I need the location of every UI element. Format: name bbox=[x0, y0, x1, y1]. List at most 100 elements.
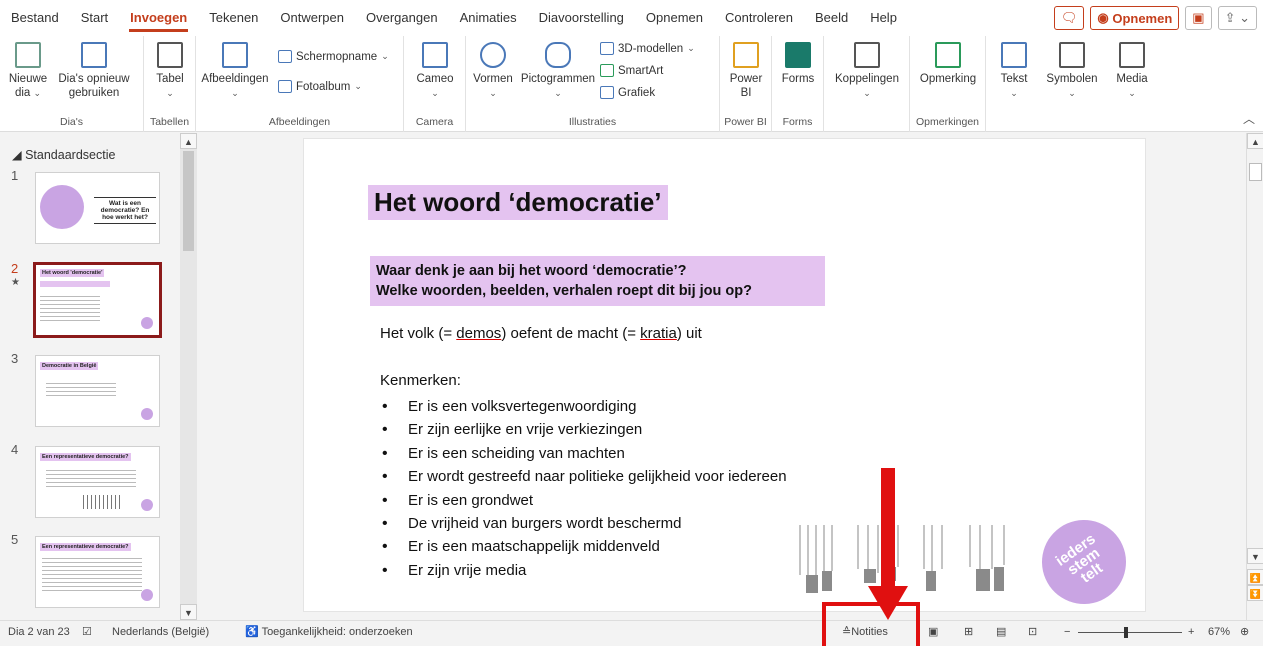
accessibility-button[interactable]: ♿ Toegankelijkheid: onderzoeken bbox=[245, 621, 413, 644]
logo-text: ieders stem telt bbox=[1052, 530, 1106, 587]
group-label-images: Afbeeldingen bbox=[268, 116, 331, 128]
tab-bestand[interactable]: Bestand bbox=[0, 0, 70, 36]
share-icon: ⇪ ⌄ bbox=[1224, 10, 1250, 25]
chart-label: Grafiek bbox=[618, 86, 656, 99]
images-label: Afbeeldingen bbox=[201, 73, 269, 85]
media-button[interactable]: Media ⌄ bbox=[1108, 42, 1156, 100]
slide-title[interactable]: Het woord ‘democratie’ bbox=[368, 185, 668, 220]
group-label-camera: Camera bbox=[415, 116, 454, 128]
next-slide-icon[interactable]: ⏬ bbox=[1247, 585, 1263, 601]
forms-icon bbox=[785, 42, 811, 68]
tab-start[interactable]: Start bbox=[70, 0, 119, 36]
tab-tekenen[interactable]: Tekenen bbox=[198, 0, 269, 36]
slideshow-icon[interactable]: ⊡ bbox=[1028, 621, 1037, 644]
screenshot-button[interactable]: Schermopname ⌄ bbox=[278, 50, 389, 63]
links-button[interactable]: Koppelingen ⌄ bbox=[828, 42, 906, 100]
list-item: De vrijheid van burgers wordt beschermd bbox=[380, 512, 787, 536]
icons-button[interactable]: Pictogrammen ⌄ bbox=[518, 42, 598, 100]
tab-opnemen[interactable]: Opnemen bbox=[635, 0, 714, 36]
record-button[interactable]: ◉ Opnemen bbox=[1090, 6, 1180, 30]
scroll-thumb[interactable] bbox=[1249, 163, 1262, 181]
cameo-button[interactable]: Cameo ⌄ bbox=[410, 42, 460, 100]
share-button[interactable]: ⇪ ⌄ bbox=[1217, 6, 1257, 30]
zoom-level[interactable]: 67% bbox=[1208, 621, 1230, 644]
forms-button[interactable]: Forms bbox=[776, 42, 820, 86]
scroll-up-icon[interactable]: ▲ bbox=[1247, 133, 1263, 149]
tab-help[interactable]: Help bbox=[859, 0, 908, 36]
spell-flag-demos: demos bbox=[456, 325, 502, 342]
group-powerbi: Power BI Power BI bbox=[720, 36, 772, 132]
thumbnail-scrollbar[interactable]: ▲ ▼ bbox=[180, 133, 197, 620]
table-icon bbox=[157, 42, 183, 68]
3d-models-button[interactable]: 3D-modellen ⌄ bbox=[600, 42, 695, 55]
current-slide[interactable]: Het woord ‘democratie’ Waar denk je aan … bbox=[303, 138, 1146, 621]
symbols-button[interactable]: Symbolen ⌄ bbox=[1040, 42, 1104, 100]
media-icon bbox=[1119, 42, 1145, 68]
scroll-down-icon[interactable]: ▼ bbox=[180, 604, 197, 620]
comment-button[interactable]: Opmerking bbox=[914, 42, 982, 86]
zoom-in-icon[interactable]: + bbox=[1188, 621, 1194, 644]
zoom-slider[interactable] bbox=[1078, 621, 1182, 644]
slide-question[interactable]: Waar denk je aan bij het woord ‘democrat… bbox=[370, 256, 825, 306]
reuse-slides-button[interactable]: Dia's opnieuw gebruiken bbox=[54, 42, 134, 100]
spellcheck-icon[interactable]: ☑ bbox=[82, 621, 92, 644]
language-indicator[interactable]: Nederlands (België) bbox=[112, 621, 209, 644]
scroll-up-icon[interactable]: ▲ bbox=[180, 133, 197, 149]
collapse-ribbon-icon[interactable]: ︿ bbox=[1243, 110, 1255, 127]
slide-thumbnail-5[interactable]: Een representatieve democratie? bbox=[35, 536, 160, 608]
forms-label: Forms bbox=[781, 73, 815, 85]
group-text-symbols-media: Tekst ⌄ Symbolen ⌄ Media ⌄ bbox=[986, 36, 1166, 132]
features-list[interactable]: Er is een volksvertegenwoordiging Er zij… bbox=[380, 395, 787, 583]
normal-view-icon[interactable]: ▣ bbox=[928, 621, 938, 644]
zoom-slider-thumb[interactable] bbox=[1124, 627, 1128, 638]
tab-invoegen[interactable]: Invoegen bbox=[119, 0, 198, 36]
voters-illustration[interactable] bbox=[794, 521, 1034, 597]
zoom-out-icon[interactable]: − bbox=[1064, 621, 1070, 644]
slide-thumbnail-1[interactable]: Wat is een democratie? En hoe werkt het? bbox=[35, 172, 160, 244]
reading-view-icon[interactable]: ▤ bbox=[996, 621, 1006, 644]
tab-diavoorstelling[interactable]: Diavoorstelling bbox=[528, 0, 635, 36]
thumb-figures bbox=[80, 495, 120, 509]
thumb-question-bar bbox=[40, 281, 110, 287]
slide-thumbnail-3[interactable]: Democratie in België bbox=[35, 355, 160, 427]
slide-thumbnail-4[interactable]: Een representatieve democratie? bbox=[35, 446, 160, 518]
section-header[interactable]: ◢ Standaardsectie bbox=[12, 147, 115, 162]
slide-thumbnail-2[interactable]: Het woord 'democratie' bbox=[33, 262, 162, 338]
links-label: Koppelingen bbox=[835, 73, 899, 85]
chart-button[interactable]: Grafiek bbox=[600, 86, 655, 99]
table-button[interactable]: Tabel ⌄ bbox=[148, 42, 192, 100]
images-button[interactable]: Afbeeldingen ⌄ bbox=[200, 42, 270, 100]
group-images: Afbeeldingen ⌄ Schermopname ⌄ Fotoalbum ⌄ A… bbox=[196, 36, 404, 132]
tab-overgangen[interactable]: Overgangen bbox=[355, 0, 449, 36]
thumb-title: Een representatieve democratie? bbox=[40, 543, 131, 551]
slide-scrollbar[interactable]: ▲ ▼ ⏫ ⏬ bbox=[1246, 133, 1263, 620]
slide-sorter-icon[interactable]: ⊞ bbox=[964, 621, 973, 644]
fit-to-window-icon[interactable]: ⊕ bbox=[1240, 621, 1249, 644]
thumb-title: Wat is een democratie? En hoe werkt het? bbox=[94, 197, 156, 224]
tab-beeld[interactable]: Beeld bbox=[804, 0, 859, 36]
smartart-button[interactable]: SmartArt bbox=[600, 64, 663, 77]
cameo-label: Cameo bbox=[416, 73, 454, 85]
table-label: Tabel bbox=[156, 73, 184, 85]
new-slide-button[interactable]: Nieuwe dia ⌄ bbox=[4, 42, 52, 100]
powerbi-button[interactable]: Power BI bbox=[724, 42, 768, 100]
thumb-bullets bbox=[40, 293, 100, 323]
list-item: Er wordt gestreefd naar politieke gelijk… bbox=[380, 465, 787, 489]
comments-button[interactable]: 🗨 bbox=[1053, 6, 1085, 30]
scroll-thumb[interactable] bbox=[183, 151, 194, 251]
text-button[interactable]: Tekst ⌄ bbox=[992, 42, 1036, 100]
previous-slide-icon[interactable]: ⏫ bbox=[1247, 569, 1263, 585]
tab-controleren[interactable]: Controleren bbox=[714, 0, 804, 36]
media-label: Media bbox=[1116, 73, 1148, 85]
thumb-logo bbox=[141, 589, 153, 601]
shapes-button[interactable]: Vormen ⌄ bbox=[468, 42, 518, 100]
tab-ontwerpen[interactable]: Ontwerpen bbox=[269, 0, 355, 36]
present-button[interactable]: ▣ bbox=[1185, 6, 1212, 30]
tab-animaties[interactable]: Animaties bbox=[449, 0, 528, 36]
thumb-bullets bbox=[42, 555, 142, 591]
photo-album-button[interactable]: Fotoalbum ⌄ bbox=[278, 80, 362, 93]
slide-body-text[interactable]: Het volk (= demos) oefent de macht (= kr… bbox=[380, 322, 702, 346]
scroll-down-icon[interactable]: ▼ bbox=[1247, 548, 1263, 564]
ieders-stem-telt-logo: ieders stem telt bbox=[1025, 503, 1143, 621]
slide-counter: Dia 2 van 23 bbox=[8, 626, 70, 638]
